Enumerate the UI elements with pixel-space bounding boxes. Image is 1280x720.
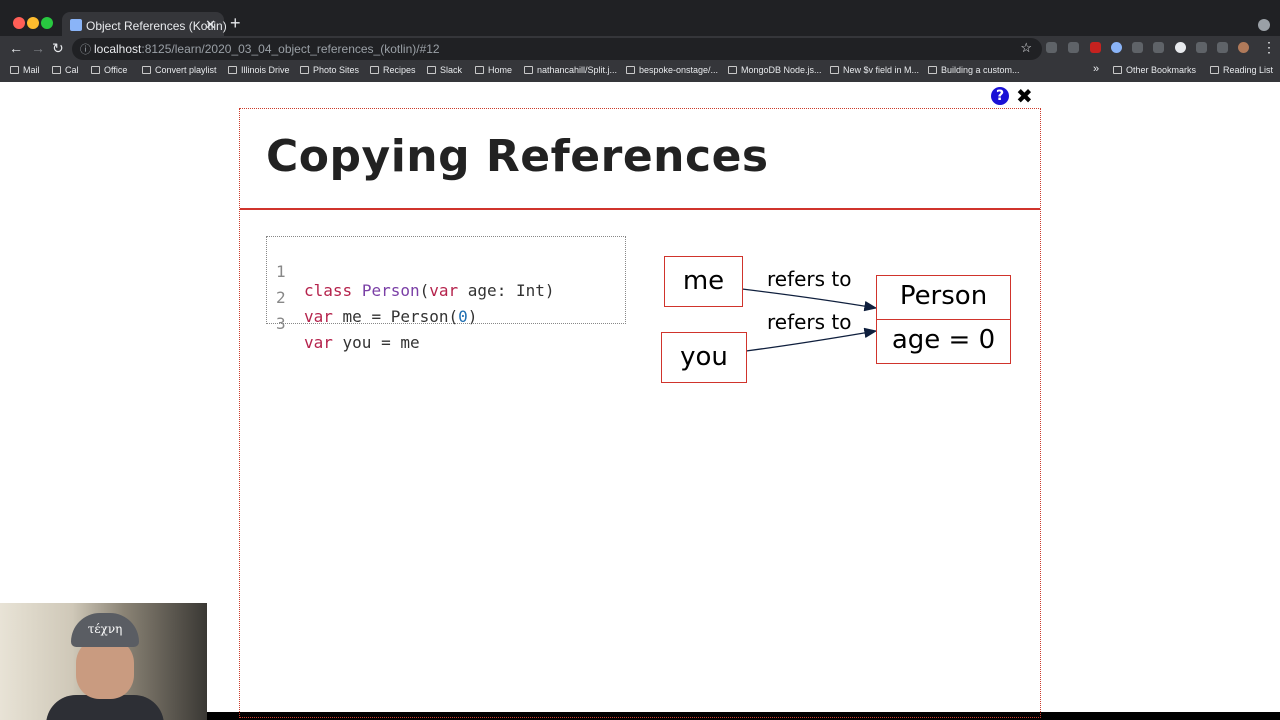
extension-icon[interactable] — [1111, 42, 1122, 53]
bookmark-item[interactable]: Mail — [10, 65, 40, 75]
maximize-window-button[interactable] — [41, 17, 53, 29]
bookmark-item[interactable]: MongoDB Node.js... — [728, 65, 822, 75]
webcam-overlay: τέχνη — [0, 603, 207, 720]
bookmark-item[interactable]: Slack — [427, 65, 462, 75]
extension-icon[interactable] — [1046, 42, 1057, 53]
site-info-icon[interactable]: ⓘ — [80, 41, 91, 57]
browser-toolbar: ← → ↻ ⓘ localhost:8125/learn/2020_03_04_… — [0, 36, 1280, 62]
bookmark-item[interactable]: bespoke-onstage/... — [626, 65, 718, 75]
bookmark-star-icon[interactable]: ☆ — [1020, 40, 1032, 56]
minimize-window-button[interactable] — [27, 17, 39, 29]
folder-icon — [1113, 66, 1122, 74]
bookmarks-bar: Mail Cal Office Convert playlist Illinoi… — [0, 62, 1280, 82]
help-icon[interactable]: ? — [991, 87, 1009, 105]
folder-icon — [370, 66, 379, 74]
bookmark-item[interactable]: Cal — [52, 65, 79, 75]
github-icon — [830, 66, 839, 74]
drive-icon — [228, 66, 237, 74]
extension-icon[interactable] — [1090, 42, 1101, 53]
reading-list-icon — [1210, 66, 1219, 74]
slide: Copying References 1 class Person(var ag… — [239, 108, 1041, 718]
globe-icon — [728, 66, 737, 74]
menu-kebab-icon[interactable]: ⋮ — [1262, 39, 1276, 56]
bookmark-item[interactable]: nathancahill/Split.j... — [524, 65, 617, 75]
extension-icon[interactable] — [1068, 42, 1079, 53]
edge-you-to-person — [745, 327, 878, 352]
reading-list[interactable]: Reading List — [1210, 65, 1273, 75]
bookmark-item[interactable]: Convert playlist — [142, 65, 217, 75]
person-class-name: Person — [877, 276, 1010, 320]
bookmark-item[interactable]: Office — [91, 65, 127, 75]
bookmark-item[interactable]: Home — [475, 65, 512, 75]
favicon-icon — [70, 19, 82, 31]
more-bookmarks-button[interactable]: » — [1093, 63, 1099, 75]
url-host: localhost — [94, 42, 142, 56]
extension-icon[interactable] — [1175, 42, 1186, 53]
new-tab-button[interactable]: + — [230, 13, 241, 34]
node-you: you — [661, 332, 747, 383]
node-me: me — [664, 256, 743, 307]
edge-label: refers to — [767, 310, 852, 334]
bookmark-item[interactable]: Recipes — [370, 65, 416, 75]
page-icon — [928, 66, 937, 74]
edge-me-to-person — [741, 288, 878, 312]
bookmark-item[interactable]: Building a custom... — [928, 65, 1020, 75]
browser-chrome: Object References (Kotlin) ✕ + ← → ↻ ⓘ l… — [0, 0, 1280, 82]
calendar-icon — [52, 66, 61, 74]
other-bookmarks[interactable]: Other Bookmarks — [1113, 65, 1196, 75]
profile-avatar-icon[interactable] — [1238, 42, 1249, 53]
bookmark-item[interactable]: New $v field in M... — [830, 65, 919, 75]
extension-icon[interactable] — [1132, 42, 1143, 53]
url-path: :8125/learn/2020_03_04_object_references… — [141, 42, 440, 56]
folder-icon — [427, 66, 436, 74]
extension-icon[interactable] — [1153, 42, 1164, 53]
bookmark-item[interactable]: Photo Sites — [300, 65, 359, 75]
puzzle-piece-icon[interactable] — [1217, 42, 1228, 53]
node-person: Person age = 0 — [876, 275, 1011, 364]
reload-icon[interactable]: ↻ — [52, 40, 64, 57]
bookmark-item[interactable]: Illinois Drive — [228, 65, 290, 75]
react-devtools-icon[interactable] — [1196, 42, 1207, 53]
forward-arrow-icon[interactable]: → — [31, 40, 45, 56]
folder-icon — [475, 66, 484, 74]
close-window-button[interactable] — [13, 17, 25, 29]
diagram-arrows — [741, 288, 878, 352]
presenter-face — [76, 639, 134, 699]
github-icon — [626, 66, 635, 74]
mail-icon — [10, 66, 19, 74]
folder-icon — [300, 66, 309, 74]
edge-label: refers to — [767, 267, 852, 291]
address-bar[interactable]: ⓘ localhost:8125/learn/2020_03_04_object… — [72, 38, 1042, 60]
person-field: age = 0 — [891, 325, 996, 355]
tab-close-icon[interactable]: ✕ — [205, 17, 216, 33]
back-arrow-icon[interactable]: ← — [9, 40, 23, 56]
playlist-icon — [142, 66, 151, 74]
tab-search-icon[interactable] — [1258, 19, 1270, 31]
folder-icon — [91, 66, 100, 74]
github-icon — [524, 66, 533, 74]
close-icon[interactable]: ✖ — [1016, 84, 1033, 108]
